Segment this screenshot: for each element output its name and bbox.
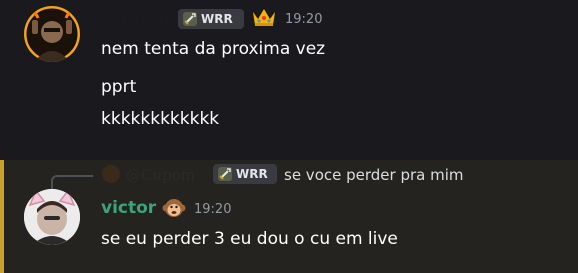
mention-highlight-bar [0, 160, 4, 273]
avatar-cupom[interactable] [24, 6, 80, 62]
reply-server-tag[interactable]: WRR [213, 164, 277, 184]
sword-icon [183, 12, 197, 26]
server-tag-label: WRR [236, 167, 268, 181]
message-line: se eu perder 3 eu dou o cu em live [101, 229, 398, 249]
crown-icon [253, 9, 275, 26]
author-name[interactable]: victor [101, 198, 156, 218]
sword-icon [218, 167, 232, 181]
reply-author[interactable]: @Cupom [126, 166, 195, 184]
server-tag-label: WRR [201, 12, 233, 26]
message-line: pprt [101, 77, 137, 97]
timestamp[interactable]: 19:20 [285, 12, 322, 27]
reply-preview-text[interactable]: se voce perder pra mim [284, 166, 464, 184]
author-name[interactable]: Cupom [101, 8, 171, 28]
message-victor: @Cupom WRR se voce perder pra mim victor [0, 160, 578, 273]
message-line: nem tenta da proxima vez [101, 39, 326, 59]
monkey-emoji-icon [162, 199, 186, 217]
server-tag[interactable]: WRR [178, 9, 244, 29]
reply-avatar[interactable] [102, 165, 120, 183]
avatar-victor[interactable] [24, 189, 80, 245]
message-line: kkkkkkkkkkkk [101, 109, 220, 129]
message-cupom: Cupom WRR 19:20 nem tenta da proxima vez… [0, 0, 578, 160]
timestamp[interactable]: 19:20 [194, 202, 231, 217]
